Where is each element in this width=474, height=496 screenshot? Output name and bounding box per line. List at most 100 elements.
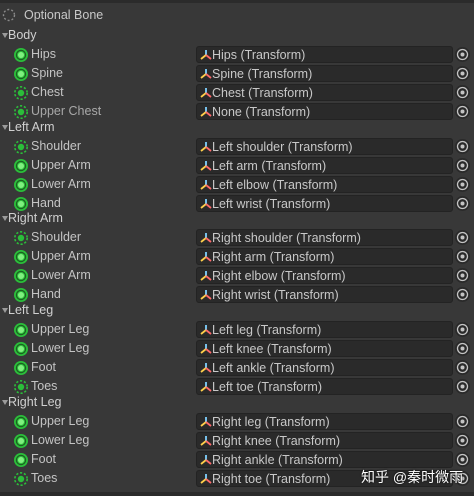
object-picker-button[interactable]	[455, 268, 470, 284]
object-picker-button[interactable]	[455, 414, 470, 429]
group-label: Right Leg	[8, 395, 62, 409]
dashed-circle-icon[interactable]	[13, 85, 29, 101]
group-header-right-arm[interactable]: Right Arm	[0, 210, 474, 228]
group-header-left-arm[interactable]: Left Arm	[0, 119, 474, 137]
transform-icon	[200, 88, 212, 98]
group-header-left-leg[interactable]: Left Leg	[0, 302, 474, 320]
object-picker-button[interactable]	[455, 433, 470, 449]
optional-bone-legend: Optional Bone	[0, 5, 474, 25]
transform-object-field[interactable]: None (Transform)	[196, 103, 453, 121]
solid-circle-icon[interactable]	[13, 341, 29, 357]
transform-value: Right ankle (Transform)	[212, 453, 343, 468]
solid-circle-icon[interactable]	[13, 158, 29, 174]
object-picker-button[interactable]	[455, 341, 470, 357]
target-icon	[456, 381, 469, 393]
target-icon	[456, 434, 469, 447]
transform-icon	[200, 107, 212, 117]
solid-circle-icon[interactable]	[13, 452, 29, 468]
object-picker-button[interactable]	[455, 287, 470, 303]
transform-object-field[interactable]: Right wrist (Transform)	[196, 286, 453, 304]
bone-name-label: Hand	[31, 287, 61, 302]
bone-row: Lower Arm Left elbow (Transform)	[0, 175, 474, 194]
target-icon	[456, 179, 469, 191]
bone-row: Upper Arm Right arm (Transform)	[0, 247, 474, 266]
transform-object-field[interactable]: Right knee (Transform)	[196, 432, 453, 450]
bone-row: Foot Left ankle (Transform)	[0, 358, 474, 377]
transform-object-field[interactable]: Left elbow (Transform)	[196, 176, 453, 194]
solid-circle-icon[interactable]	[13, 249, 29, 265]
object-picker-button[interactable]	[455, 104, 470, 120]
transform-object-field[interactable]: Right elbow (Transform)	[196, 267, 453, 285]
solid-circle-icon[interactable]	[13, 177, 29, 193]
solid-circle-icon[interactable]	[13, 268, 29, 284]
object-picker-button[interactable]	[455, 66, 470, 82]
object-picker-button[interactable]	[455, 322, 470, 337]
transform-object-field[interactable]: Left arm (Transform)	[196, 157, 453, 175]
transform-object-field[interactable]: Left shoulder (Transform)	[196, 138, 453, 155]
target-icon	[456, 106, 469, 118]
object-picker-button[interactable]	[455, 230, 470, 245]
dashed-circle-icon[interactable]	[13, 471, 29, 487]
dashed-circle-icon[interactable]	[13, 230, 29, 246]
object-picker-button[interactable]	[455, 139, 470, 154]
bone-name-label: Spine	[31, 66, 63, 81]
transform-icon	[200, 161, 212, 171]
target-icon	[456, 159, 469, 172]
transform-object-field[interactable]: Right leg (Transform)	[196, 413, 453, 430]
transform-value: Left ankle (Transform)	[212, 361, 335, 376]
transform-object-field[interactable]: Left toe (Transform)	[196, 378, 453, 396]
bone-name-label: Shoulder	[31, 139, 82, 153]
object-picker-button[interactable]	[455, 158, 470, 174]
transform-value: Right leg (Transform)	[212, 415, 330, 429]
bone-name-label: Upper Arm	[31, 249, 91, 264]
dashed-circle-icon[interactable]	[13, 139, 29, 155]
transform-value: Left elbow (Transform)	[212, 178, 338, 193]
object-picker-button[interactable]	[455, 85, 470, 101]
transform-icon	[200, 363, 212, 373]
solid-circle-icon[interactable]	[13, 433, 29, 449]
group-header-right-leg[interactable]: Right Leg	[0, 394, 474, 412]
object-picker-button[interactable]	[455, 47, 470, 62]
bone-name-label: Toes	[31, 379, 58, 394]
target-icon	[456, 231, 469, 244]
transform-value: Right shoulder (Transform)	[212, 231, 361, 245]
solid-circle-icon[interactable]	[13, 322, 29, 338]
transform-icon	[200, 417, 212, 427]
object-picker-button[interactable]	[455, 379, 470, 395]
transform-object-field[interactable]: Chest (Transform)	[196, 84, 453, 102]
object-picker-button[interactable]	[455, 177, 470, 193]
transform-object-field[interactable]: Right shoulder (Transform)	[196, 229, 453, 246]
transform-value: None (Transform)	[212, 105, 311, 120]
group-header-body[interactable]: Body	[0, 27, 474, 45]
target-icon	[456, 454, 469, 466]
object-picker-button[interactable]	[455, 452, 470, 468]
target-icon	[456, 67, 469, 80]
group-label: Left Arm	[8, 120, 55, 134]
transform-object-field[interactable]: Right arm (Transform)	[196, 248, 453, 266]
solid-circle-icon[interactable]	[13, 66, 29, 82]
transform-value: Left toe (Transform)	[212, 380, 322, 395]
bottom-divider	[0, 492, 474, 496]
solid-circle-icon[interactable]	[13, 360, 29, 376]
transform-object-field[interactable]: Left ankle (Transform)	[196, 359, 453, 377]
transform-object-field[interactable]: Spine (Transform)	[196, 65, 453, 83]
object-picker-button[interactable]	[455, 360, 470, 376]
dashed-circle-icon[interactable]	[13, 104, 29, 120]
transform-object-field[interactable]: Hips (Transform)	[196, 46, 453, 63]
solid-circle-icon[interactable]	[13, 414, 29, 430]
transform-object-field[interactable]: Left leg (Transform)	[196, 321, 453, 338]
transform-icon	[200, 180, 212, 190]
transform-icon	[200, 290, 212, 300]
bone-name-label: Upper Chest	[31, 104, 102, 119]
solid-circle-icon[interactable]	[13, 47, 29, 63]
bone-row: Chest Chest (Transform)	[0, 83, 474, 102]
transform-icon	[200, 142, 212, 152]
bone-name-label: Toes	[31, 471, 58, 486]
solid-circle-icon[interactable]	[13, 287, 29, 303]
transform-object-field[interactable]: Right ankle (Transform)	[196, 451, 453, 469]
dashed-circle-icon[interactable]	[13, 379, 29, 395]
object-picker-button[interactable]	[455, 249, 470, 265]
target-icon	[456, 48, 469, 61]
bone-row: Lower Arm Right elbow (Transform)	[0, 266, 474, 285]
transform-object-field[interactable]: Left knee (Transform)	[196, 340, 453, 358]
